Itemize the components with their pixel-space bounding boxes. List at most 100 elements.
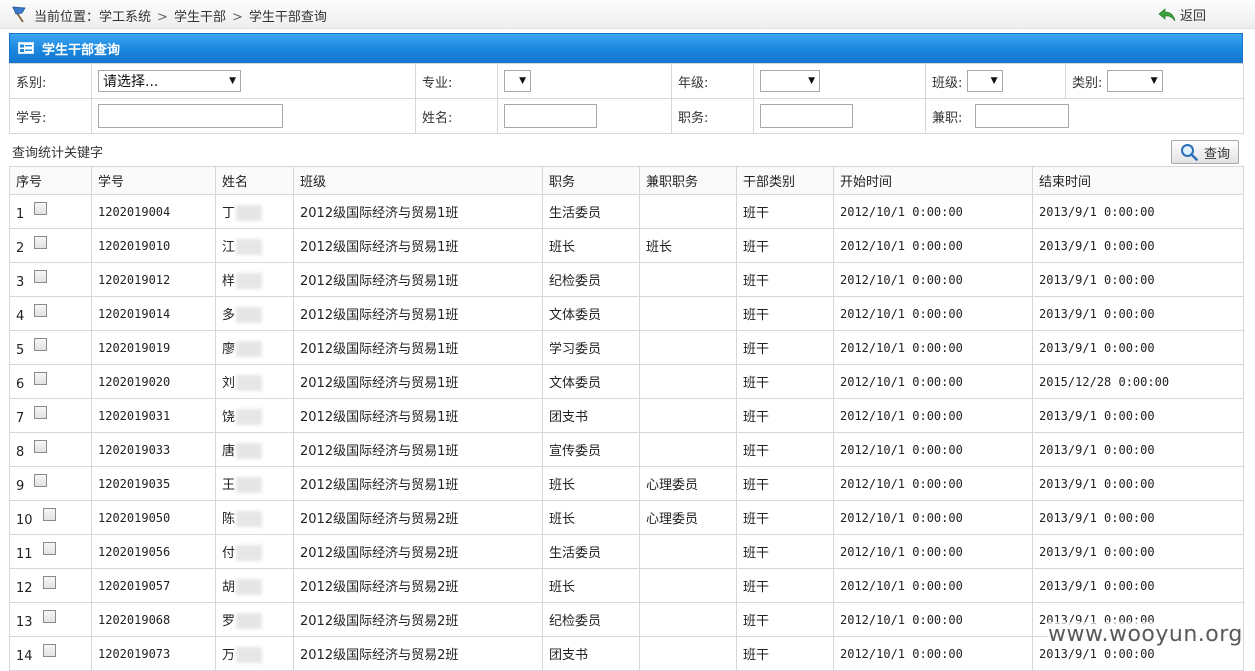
- cell-class-text: 2012级国际经济与贸易2班: [300, 580, 459, 595]
- class-select[interactable]: ▼: [966, 70, 1003, 92]
- cell-name-text: 陈: [222, 511, 236, 527]
- cell-end-time-text: 2015/12/28 0:00:00: [1039, 374, 1170, 389]
- cell-end-time: 2015/12/28 0:00:00: [1032, 364, 1244, 399]
- cell-class: 2012级国际经济与贸易2班: [293, 602, 543, 637]
- row-checkbox[interactable]: [42, 644, 56, 657]
- cell-name-text: 刘: [222, 375, 236, 391]
- cell-name-text: 样: [222, 273, 236, 289]
- cell-seq: 9: [9, 466, 92, 501]
- row-checkbox[interactable]: [42, 610, 56, 623]
- cell-end-time: 2013/9/1 0:00:00: [1032, 398, 1244, 433]
- cell-category: 班干: [736, 534, 834, 569]
- table-row: 4 1202019014 多 2012级国际经济与贸易1班 文体委员 班干 2012/10/…: [9, 296, 1244, 331]
- cell-start-time-text: 2012/10/1 0:00:00: [840, 578, 963, 593]
- position-input[interactable]: [760, 104, 853, 128]
- cell-category: 班干: [736, 636, 834, 671]
- cell-start-time: 2012/10/1 0:00:00: [833, 364, 1033, 399]
- cell-name: 刘: [215, 364, 294, 399]
- cell-end-time: 2013/9/1 0:00:00: [1032, 500, 1244, 535]
- back-button[interactable]: 返回: [1158, 5, 1206, 24]
- cell-student-id: 1202019019: [91, 330, 216, 365]
- breadcrumb-separator: >: [157, 10, 168, 25]
- cell-position: 班长: [542, 500, 640, 535]
- cell-concurrent-text: 班长: [646, 240, 673, 255]
- row-checkbox[interactable]: [34, 304, 48, 317]
- cell-concurrent: [639, 568, 737, 603]
- cell-concurrent: [639, 330, 737, 365]
- cell-class: 2012级国际经济与贸易1班: [293, 262, 543, 297]
- row-checkbox[interactable]: [34, 202, 48, 215]
- breadcrumb-item-cadre[interactable]: 学生干部: [174, 10, 226, 25]
- cell-concurrent: [639, 534, 737, 569]
- col-student-id: 学号: [91, 166, 216, 195]
- breadcrumb-item-system[interactable]: 学工系统: [99, 10, 151, 25]
- cell-start-time: 2012/10/1 0:00:00: [833, 568, 1033, 603]
- cell-category-text: 班干: [743, 342, 770, 357]
- cell-class: 2012级国际经济与贸易2班: [293, 568, 543, 603]
- cell-concurrent: [639, 194, 737, 229]
- cell-seq: 14: [9, 636, 92, 671]
- table-row: 2 1202019010 江 2012级国际经济与贸易1班 班长 班长 班干 2012/10/…: [9, 228, 1244, 263]
- cell-category-text: 班干: [743, 206, 770, 221]
- cell-end-time-text: 2013/9/1 0:00:00: [1039, 204, 1155, 219]
- cell-concurrent: [639, 262, 737, 297]
- cell-seq: 7: [9, 398, 92, 433]
- cell-position-text: 班长: [549, 512, 576, 527]
- row-checkbox[interactable]: [34, 406, 48, 419]
- list-icon: [18, 42, 34, 54]
- row-checkbox[interactable]: [42, 542, 56, 555]
- row-checkbox[interactable]: [42, 576, 56, 589]
- cell-category-text: 班干: [743, 580, 770, 595]
- cell-concurrent: 心理委员: [639, 500, 737, 535]
- cell-position-text: 纪检委员: [549, 614, 602, 629]
- row-checkbox[interactable]: [34, 440, 48, 453]
- cell-end-time: 2013/9/1 0:00:00: [1032, 330, 1244, 365]
- query-bar: 查询统计关键字 查询: [9, 134, 1243, 166]
- cell-start-time-text: 2012/10/1 0:00:00: [840, 510, 963, 525]
- row-checkbox[interactable]: [42, 508, 56, 521]
- cell-position: 生活委员: [542, 534, 640, 569]
- cell-concurrent: [639, 602, 737, 637]
- row-checkbox[interactable]: [34, 372, 48, 385]
- row-checkbox[interactable]: [34, 270, 48, 283]
- redaction-mask: [236, 579, 263, 596]
- table-row: 1 1202019004 丁 2012级国际经济与贸易1班 生活委员 班干 2012/10/…: [9, 194, 1244, 229]
- row-seq: 14: [16, 649, 33, 664]
- cell-concurrent: [639, 432, 737, 467]
- row-checkbox[interactable]: [34, 474, 48, 487]
- grade-select[interactable]: ▼: [760, 70, 820, 92]
- cell-class-text: 2012级国际经济与贸易1班: [300, 342, 459, 357]
- row-checkbox[interactable]: [34, 236, 48, 249]
- cell-seq: 2: [9, 228, 92, 263]
- cell-name: 饶: [215, 398, 294, 433]
- student-id-input[interactable]: [98, 104, 283, 128]
- name-input[interactable]: [504, 104, 597, 128]
- redaction-mask: [236, 443, 263, 460]
- cell-class-text: 2012级国际经济与贸易1班: [300, 206, 459, 221]
- cell-position: 纪检委员: [542, 262, 640, 297]
- cell-start-time-text: 2012/10/1 0:00:00: [840, 306, 963, 321]
- table-row: 11 1202019056 付 2012级国际经济与贸易2班 生活委员 班干 2012/10…: [9, 534, 1244, 569]
- cell-class: 2012级国际经济与贸易2班: [293, 636, 543, 671]
- table-row: 12 1202019057 胡 2012级国际经济与贸易2班 班长 班干 2012/10/1…: [9, 568, 1244, 603]
- cell-student-id-text: 1202019019: [98, 340, 171, 355]
- cell-class-text: 2012级国际经济与贸易2班: [300, 614, 459, 629]
- cell-start-time-text: 2012/10/1 0:00:00: [840, 476, 963, 491]
- row-checkbox[interactable]: [34, 338, 48, 351]
- cell-position: 宣传委员: [542, 432, 640, 467]
- concurrent-input[interactable]: [974, 104, 1069, 128]
- cell-end-time: 2013/9/1 0:00:00: [1032, 568, 1244, 603]
- cell-name: 多: [215, 296, 294, 331]
- col-category: 干部类别: [736, 166, 834, 195]
- query-button[interactable]: 查询: [1171, 140, 1239, 164]
- row-seq: 5: [16, 343, 25, 358]
- major-select[interactable]: ▼: [504, 70, 531, 92]
- category-select[interactable]: ▼: [1106, 70, 1163, 92]
- cell-start-time-text: 2012/10/1 0:00:00: [840, 204, 963, 219]
- cell-position: 班长: [542, 466, 640, 501]
- cell-name-text: 廖: [222, 341, 236, 357]
- col-class: 班级: [293, 166, 543, 195]
- cell-end-time-text: 2013/9/1 0:00:00: [1039, 238, 1155, 253]
- dept-select[interactable]: 请选择... ▼: [98, 70, 241, 92]
- cell-name: 丁: [215, 194, 294, 229]
